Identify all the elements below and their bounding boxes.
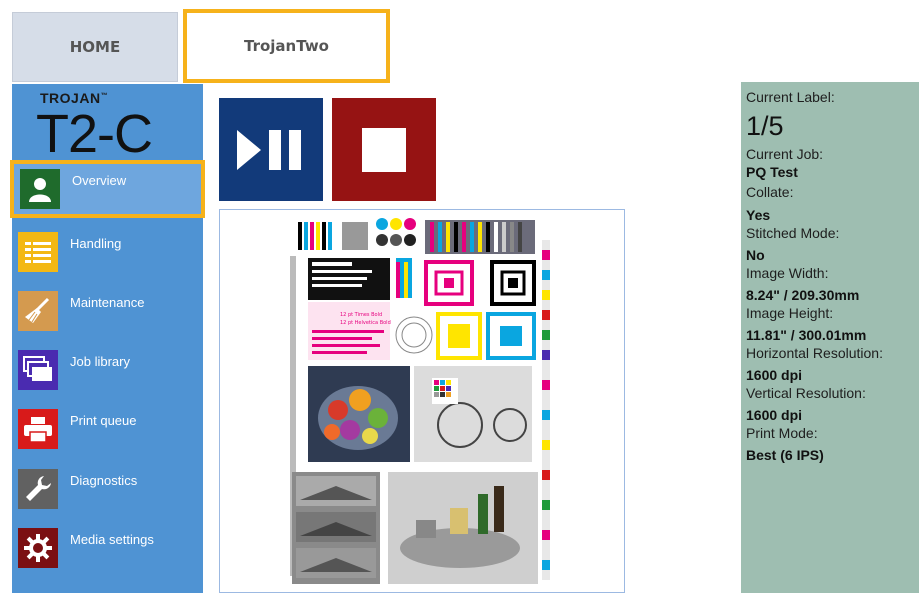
- stitched-mode-value: No: [746, 247, 765, 263]
- sidebar-item-label: Print queue: [70, 412, 137, 428]
- vertical-resolution-title: Vertical Resolution:: [746, 385, 866, 401]
- horizontal-resolution-value: 1600 dpi: [746, 367, 803, 383]
- current-job-value: PQ Test: [746, 164, 798, 180]
- sidebar-item-media-settings[interactable]: Media settings: [12, 519, 203, 577]
- print-mode-value: Best (6 IPS): [746, 447, 824, 463]
- play-pause-icon: [237, 129, 301, 170]
- printer-icon: [18, 409, 58, 449]
- sidebar-item-diagnostics[interactable]: Diagnostics: [12, 460, 203, 518]
- stop-icon: [362, 127, 406, 172]
- sidebar-item-label: Handling: [70, 235, 122, 251]
- horizontal-resolution-title: Horizontal Resolution:: [746, 345, 883, 361]
- job-info-panel: Current Label: 1/5 Current Job: PQ Test …: [741, 82, 919, 593]
- preview-sample-text: 12 pt Times Bold: [340, 312, 382, 318]
- sidebar-item-label: Diagnostics: [70, 472, 138, 488]
- tab-trojantwo[interactable]: TrojanTwo: [183, 9, 390, 83]
- wrench-icon: [18, 469, 58, 509]
- broom-icon: [18, 291, 58, 331]
- play-pause-button[interactable]: [219, 98, 323, 201]
- brand-model: T2-C: [36, 104, 153, 164]
- sidebar-item-label: Job library: [70, 353, 130, 369]
- gear-icon: [18, 528, 58, 568]
- tab-home[interactable]: HOME: [12, 12, 178, 82]
- stop-button[interactable]: [332, 98, 436, 201]
- preview-sample-text: 12 pt Helvetica Bold: [340, 320, 391, 326]
- current-label-value: 1/5: [746, 111, 784, 141]
- user-icon: [20, 169, 60, 209]
- image-height-value: 11.81" / 300.01mm: [746, 327, 867, 343]
- collate-title: Collate:: [746, 184, 794, 200]
- stacked-windows-icon: [18, 350, 58, 390]
- sidebar-item-label: Maintenance: [70, 294, 145, 310]
- current-label-title: Current Label:: [746, 89, 835, 105]
- sidebar-item-overview[interactable]: Overview: [10, 160, 205, 218]
- vertical-resolution-value: 1600 dpi: [746, 407, 803, 423]
- sidebar-item-maintenance[interactable]: Maintenance: [12, 282, 203, 340]
- test-print-image: 12 pt Times Bold 12 pt Helvetica Bold: [290, 218, 550, 584]
- sidebar-item-job-library[interactable]: Job library: [12, 341, 203, 399]
- image-width-value: 8.24" / 209.30mm: [746, 287, 860, 303]
- label-preview: 12 pt Times Bold 12 pt Helvetica Bold: [219, 209, 625, 593]
- current-job-title: Current Job:: [746, 146, 824, 162]
- sidebar-item-label: Overview: [72, 172, 127, 188]
- sidebar-item-handling[interactable]: Handling: [12, 223, 203, 281]
- image-height-title: Image Height:: [746, 305, 834, 321]
- sidebar-item-print-queue[interactable]: Print queue: [12, 400, 203, 458]
- sidebar-item-label: Media settings: [70, 531, 154, 547]
- image-width-title: Image Width:: [746, 265, 829, 281]
- sidebar: TROJAN™ T2-C Overview Handling Maintenan…: [10, 84, 205, 593]
- list-icon: [18, 232, 58, 272]
- print-mode-title: Print Mode:: [746, 425, 818, 441]
- stitched-mode-title: Stitched Mode:: [746, 225, 840, 241]
- collate-value: Yes: [746, 207, 771, 223]
